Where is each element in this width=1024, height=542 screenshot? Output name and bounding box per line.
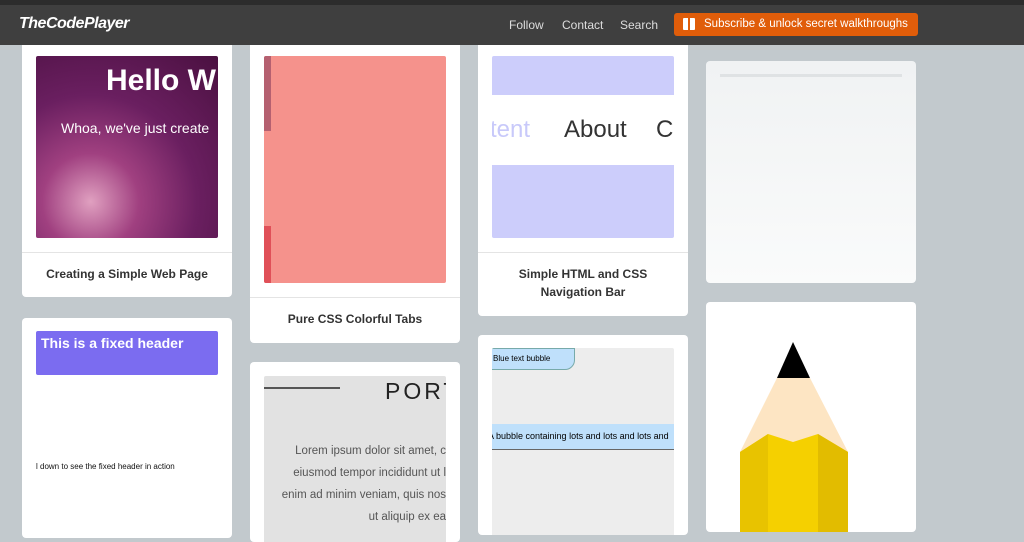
thumb-text-line: eiusmod tempor incididunt ut l <box>293 467 446 479</box>
thumb-heading: Hello W <box>106 64 216 97</box>
subscribe-button[interactable]: Subscribe & unlock secret walkthroughs <box>674 13 918 36</box>
nav-contact[interactable]: Contact <box>562 18 603 32</box>
thumb-text-line: Lorem ipsum dolor sit amet, c <box>295 445 446 457</box>
bubble-large: A bubble containing lots and lots and lo… <box>492 424 674 450</box>
card-blank[interactable] <box>706 61 916 283</box>
card-pencil[interactable] <box>706 302 916 532</box>
thumbnail: Blue text bubble A bubble containing lot… <box>492 348 674 535</box>
thumb-heading: PORT <box>385 378 446 404</box>
thumb-nav-item: tent <box>492 116 531 143</box>
thumb-nav-item: C <box>656 116 674 143</box>
thumb-text: Whoa, we've just create <box>61 120 210 136</box>
logo[interactable]: TheCodePlayer <box>19 15 129 33</box>
top-bar: TheCodePlayer Follow Contact Search Subs… <box>0 0 1024 45</box>
thumb-header: This is a fixed header <box>41 335 184 351</box>
card-portfolio[interactable]: PORT Lorem ipsum dolor sit amet, c eiusm… <box>250 362 460 542</box>
nav-search[interactable]: Search <box>620 18 658 32</box>
thumb-nav-item: About <box>564 116 627 143</box>
thumb-line <box>720 74 902 77</box>
thumbnail <box>264 56 446 283</box>
card-text-bubbles[interactable]: Blue text bubble A bubble containing lot… <box>478 335 688 535</box>
thumbnail: Hello W Whoa, we've just create <box>36 56 218 238</box>
card-title: Creating a Simple Web Page <box>22 252 232 283</box>
nav-follow[interactable]: Follow <box>509 18 544 32</box>
thumb-text-line: enim ad minim veniam, quis nos <box>281 489 446 501</box>
card-navigation-bar[interactable]: tent About C Simple HTML and CSS Navigat… <box>478 30 688 316</box>
card-simple-web-page[interactable]: Hello W Whoa, we've just create Creating… <box>22 30 232 297</box>
pencil-icon <box>740 342 848 532</box>
subscribe-label: Subscribe & unlock secret walkthroughs <box>704 18 908 30</box>
card-colorful-tabs[interactable]: Pure CSS Colorful Tabs <box>250 30 460 343</box>
thumbnail: PORT Lorem ipsum dolor sit amet, c eiusm… <box>264 376 446 542</box>
thumb-text-line: ut aliquip ex ea <box>368 511 446 523</box>
gift-icon <box>683 18 695 30</box>
card-title: Simple HTML and CSS Navigation Bar <box>478 252 688 301</box>
thumbnail: tent About C <box>492 56 674 238</box>
thumb-text: l down to see the fixed header in action <box>36 462 175 471</box>
bubble-small: Blue text bubble <box>492 348 575 370</box>
card-title: Pure CSS Colorful Tabs <box>250 297 460 328</box>
card-fixed-header[interactable]: This is a fixed header l down to see the… <box>22 318 232 538</box>
thumbnail: This is a fixed header <box>36 331 218 375</box>
